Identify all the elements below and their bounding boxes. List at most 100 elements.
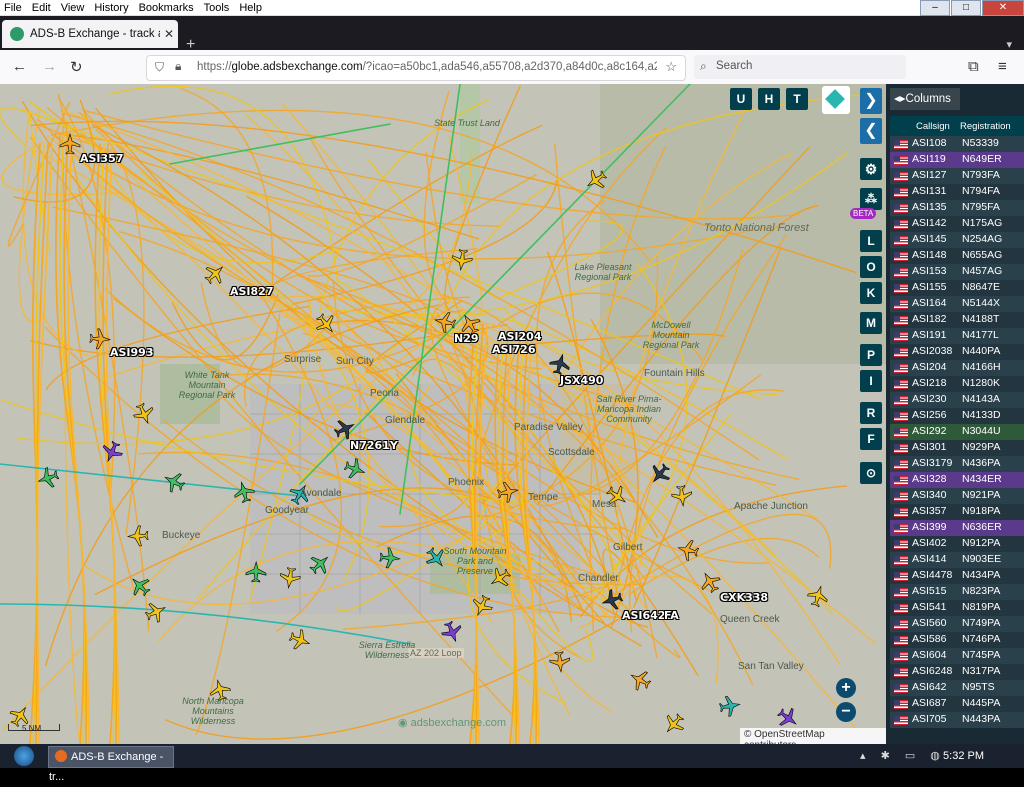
toggle-p-button[interactable]: P bbox=[860, 344, 882, 366]
close-window-button[interactable]: ✕ bbox=[982, 0, 1024, 16]
table-row[interactable]: ASI230 N4143A bbox=[890, 392, 1024, 408]
table-row[interactable]: ASI148 N655AG bbox=[890, 248, 1024, 264]
table-row[interactable]: ASI414 N903EE bbox=[890, 552, 1024, 568]
minimize-button[interactable]: – bbox=[920, 0, 950, 16]
table-row[interactable]: ASI292 N3044U bbox=[890, 424, 1024, 440]
header-registration[interactable]: Registration bbox=[960, 121, 1011, 132]
aircraft-marker[interactable] bbox=[660, 710, 688, 738]
table-row[interactable]: ASI164 N5144X bbox=[890, 296, 1024, 312]
table-row[interactable]: ASI560 N749PA bbox=[890, 616, 1024, 632]
toggle-h-button[interactable]: H bbox=[758, 88, 780, 110]
table-row[interactable]: ASI586 N746PA bbox=[890, 632, 1024, 648]
columns-button[interactable]: ◂▸Columns bbox=[890, 88, 960, 110]
table-row[interactable]: ASI155 N8647E bbox=[890, 280, 1024, 296]
aircraft-marker[interactable] bbox=[287, 627, 313, 653]
aircraft-marker[interactable] bbox=[718, 694, 741, 717]
table-row[interactable]: ASI135 N795FA bbox=[890, 200, 1024, 216]
table-row[interactable]: ASI4478 N434PA bbox=[890, 568, 1024, 584]
extensions-icon[interactable]: ⧉ bbox=[968, 58, 979, 75]
aircraft-marker[interactable] bbox=[35, 465, 60, 490]
aircraft-marker[interactable] bbox=[806, 584, 831, 609]
reload-icon[interactable]: ↻ bbox=[70, 58, 83, 76]
menu-bookmarks[interactable]: Bookmarks bbox=[139, 2, 194, 14]
table-row[interactable]: ASI301 N929PA bbox=[890, 440, 1024, 456]
table-row[interactable]: ASI191 N4177L bbox=[890, 328, 1024, 344]
search-box[interactable]: ⌕ Search bbox=[694, 55, 906, 79]
aircraft-label-asi357[interactable]: ASI357 bbox=[80, 152, 124, 165]
toggle-r-button[interactable]: R bbox=[860, 402, 882, 424]
table-row[interactable]: ASI182 N4188T bbox=[890, 312, 1024, 328]
bookmark-star-icon[interactable]: ☆ bbox=[665, 59, 677, 75]
aircraft-marker[interactable] bbox=[131, 401, 157, 427]
menu-edit[interactable]: Edit bbox=[32, 2, 51, 14]
toggle-t-button[interactable]: T bbox=[786, 88, 808, 110]
aircraft-marker[interactable] bbox=[126, 525, 149, 547]
aircraft-label-n7261y[interactable]: N7261Y bbox=[350, 439, 398, 452]
toggle-i-button[interactable]: I bbox=[860, 370, 882, 392]
filter-button[interactable]: ⁂ bbox=[860, 188, 882, 210]
zoom-out-button[interactable]: − bbox=[836, 702, 856, 722]
toggle-k-button[interactable]: K bbox=[860, 282, 882, 304]
collapse-panel-button[interactable]: ❮ bbox=[860, 118, 882, 144]
table-row[interactable]: ASI153 N457AG bbox=[890, 264, 1024, 280]
table-row[interactable]: ASI3179 N436PA bbox=[890, 456, 1024, 472]
back-icon[interactable]: ← bbox=[12, 58, 27, 75]
table-row[interactable]: ASI119 N649ER bbox=[890, 152, 1024, 168]
forward-icon[interactable]: → bbox=[42, 58, 57, 75]
replay-icon[interactable]: ⊙ bbox=[860, 462, 882, 484]
toggle-m-button[interactable]: M bbox=[860, 312, 882, 334]
table-row[interactable]: ASI127 N793FA bbox=[890, 168, 1024, 184]
aircraft-label-asi726[interactable]: ASI726 bbox=[492, 343, 536, 356]
map-view[interactable]: Tonto National Forest AZ 202 Loop Surpri… bbox=[0, 84, 886, 744]
toggle-l-button[interactable]: L bbox=[860, 230, 882, 252]
aircraft-label-n29[interactable]: N29 bbox=[454, 332, 479, 345]
table-row[interactable]: ASI705 N443PA bbox=[890, 712, 1024, 728]
aircraft-label-asi204[interactable]: ASI204 bbox=[498, 330, 542, 343]
settings-gear-icon[interactable]: ⚙ bbox=[860, 158, 882, 180]
table-row[interactable]: ASI515 N823PA bbox=[890, 584, 1024, 600]
menu-help[interactable]: Help bbox=[239, 2, 262, 14]
table-row[interactable]: ASI256 N4133D bbox=[890, 408, 1024, 424]
table-row[interactable]: ASI2038 N440PA bbox=[890, 344, 1024, 360]
aircraft-marker[interactable] bbox=[201, 260, 229, 288]
start-button[interactable] bbox=[6, 744, 40, 768]
aircraft-marker[interactable] bbox=[626, 666, 653, 693]
aircraft-label-asi827[interactable]: ASI827 bbox=[230, 285, 274, 298]
table-row[interactable]: ASI402 N912PA bbox=[890, 536, 1024, 552]
table-row[interactable]: ASI604 N745PA bbox=[890, 648, 1024, 664]
table-row[interactable]: ASI340 N921PA bbox=[890, 488, 1024, 504]
expand-panel-button[interactable]: ❯ bbox=[860, 88, 882, 114]
table-row[interactable]: ASI687 N445PA bbox=[890, 696, 1024, 712]
lock-icon[interactable]: 🔒︎ bbox=[175, 59, 181, 74]
menu-history[interactable]: History bbox=[94, 2, 128, 14]
aircraft-label-jsx490[interactable]: JSX490 bbox=[560, 374, 603, 387]
menu-view[interactable]: View bbox=[61, 2, 85, 14]
zoom-in-button[interactable]: + bbox=[836, 678, 856, 698]
aircraft-label-fa[interactable]: FA bbox=[664, 609, 679, 622]
toggle-u-button[interactable]: U bbox=[730, 88, 752, 110]
system-tray-icons[interactable]: ▴ ✱ ▭ ◍ bbox=[860, 749, 946, 762]
menu-tools[interactable]: Tools bbox=[204, 2, 230, 14]
toggle-o-button[interactable]: O bbox=[860, 256, 882, 278]
table-row[interactable]: ASI328 N434ER bbox=[890, 472, 1024, 488]
address-bar[interactable]: ⛉ 🔒︎ https://globe.adsbexchange.com/?ica… bbox=[146, 55, 686, 81]
aircraft-label-asi993[interactable]: ASI993 bbox=[110, 346, 154, 359]
table-row[interactable]: ASI6248 N317PA bbox=[890, 664, 1024, 680]
toggle-f-button[interactable]: F bbox=[860, 428, 882, 450]
maximize-button[interactable]: □ bbox=[951, 0, 981, 16]
table-row[interactable]: ASI399 N636ER bbox=[890, 520, 1024, 536]
table-row[interactable]: ASI642 N95TS bbox=[890, 680, 1024, 696]
menu-file[interactable]: File bbox=[4, 2, 22, 14]
browser-tab[interactable]: ADS-B Exchange - track aircraft ✕ bbox=[2, 20, 178, 48]
map-canvas[interactable] bbox=[0, 84, 886, 744]
table-row[interactable]: ASI218 N1280K bbox=[890, 376, 1024, 392]
app-menu-icon[interactable]: ≡ bbox=[998, 58, 1007, 75]
table-row[interactable]: ASI541 N819PA bbox=[890, 600, 1024, 616]
close-tab-icon[interactable]: ✕ bbox=[164, 27, 174, 41]
header-callsign[interactable]: Callsign bbox=[916, 121, 950, 132]
aircraft-label-cxk338[interactable]: CXK338 bbox=[720, 591, 768, 604]
table-row[interactable]: ASI142 N175AG bbox=[890, 216, 1024, 232]
table-row[interactable]: ASI145 N254AG bbox=[890, 232, 1024, 248]
attribution[interactable]: © OpenStreetMap contributors. bbox=[740, 728, 886, 744]
taskbar-firefox-item[interactable]: ADS-B Exchange - tr... bbox=[48, 746, 174, 783]
